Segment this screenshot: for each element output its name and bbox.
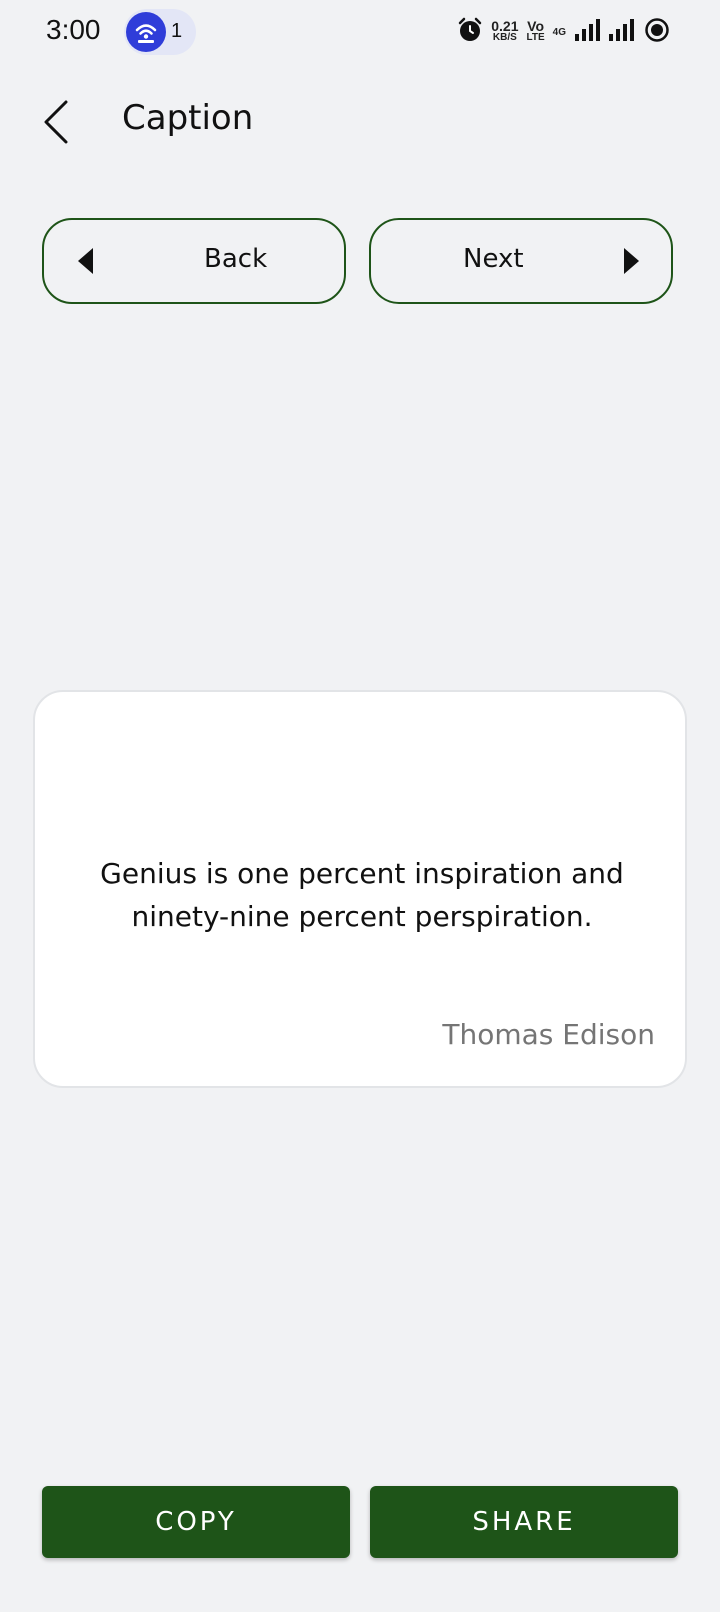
triangle-left-icon — [78, 248, 93, 274]
status-bar: 3:00 1 0.21 KB/S Vo LTE 4G — [0, 0, 720, 64]
status-icons: 0.21 KB/S Vo LTE 4G — [457, 14, 670, 50]
quote-text: Genius is one percent inspiration and ni… — [100, 857, 624, 933]
battery-icon — [644, 17, 670, 47]
quote-author: Thomas Edison — [442, 1018, 655, 1051]
net-speed-unit: KB/S — [492, 32, 517, 43]
quote-card: Genius is one percent inspiration and ni… — [33, 690, 687, 1088]
chevron-left-icon[interactable] — [36, 98, 76, 146]
signal-icon — [608, 18, 636, 46]
hotspot-count: 1 — [171, 20, 183, 42]
signal-icon — [574, 18, 600, 46]
network-type: 4G — [553, 27, 566, 38]
network-type-label: 4G — [552, 26, 566, 38]
share-button[interactable]: SHARE — [370, 1486, 678, 1558]
status-time: 3:00 — [46, 14, 101, 45]
page-title: Caption — [122, 98, 254, 138]
back-button-label: Back — [204, 244, 268, 274]
next-quote-button[interactable]: Next — [369, 218, 673, 304]
volte-top: Vo — [527, 18, 544, 34]
triangle-right-icon — [624, 248, 639, 274]
previous-quote-button[interactable]: Back — [42, 218, 346, 304]
hotspot-indicator[interactable]: 1 — [124, 9, 196, 55]
hotspot-icon — [126, 12, 166, 52]
copy-button[interactable]: COPY — [42, 1486, 350, 1558]
net-speed-value: 0.21 — [491, 18, 519, 34]
net-speed: 0.21 KB/S — [491, 18, 519, 43]
volte-indicator: Vo LTE — [526, 18, 545, 43]
volte-bottom: LTE — [526, 32, 545, 43]
next-button-label: Next — [463, 244, 524, 274]
app-header: Caption — [0, 80, 720, 160]
alarm-icon — [457, 17, 483, 47]
